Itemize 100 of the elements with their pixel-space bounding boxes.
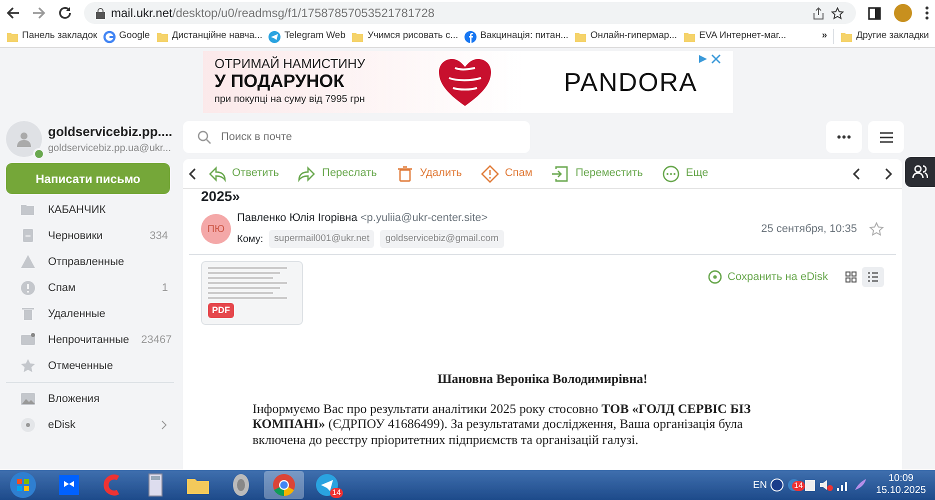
google-icon — [103, 30, 116, 44]
view-mode-button[interactable] — [862, 267, 884, 288]
document-icon — [20, 228, 36, 244]
taskbar-app-button[interactable]: 14 — [307, 471, 347, 499]
ad-info-icon[interactable] — [698, 54, 708, 64]
account-avatar[interactable] — [6, 121, 42, 157]
bookmarks-overflow-button[interactable]: » — [822, 29, 828, 44]
folder-item[interactable]: Спам 1 — [0, 275, 180, 301]
volume-muted-icon[interactable] — [818, 478, 833, 492]
ad-headline: ОТРИМАЙ НАМИСТИНУ — [214, 57, 366, 72]
folder-item[interactable]: Вложения — [0, 386, 180, 412]
folder-label: Черновики — [48, 228, 103, 244]
advertisement-banner[interactable]: ОТРИМАЙ НАМИСТИНУ У ПОДАРУНОК при покупці на суму від 7995 грн PANDORA — [202, 51, 732, 113]
bookmark-link[interactable]: Онлайн-гипермар... — [574, 29, 678, 44]
message-date: 25 сентября, 10:35 — [761, 222, 857, 238]
bookmark-link[interactable]: Дистанційне навча... — [156, 29, 262, 44]
facebook-icon — [464, 30, 478, 44]
menu-icon[interactable] — [925, 6, 929, 20]
system-clock[interactable]: 10:09 15.10.2025 — [870, 472, 932, 498]
triangle-icon — [20, 254, 36, 270]
add-account-icon[interactable] — [33, 148, 45, 160]
chevron-right-icon[interactable] — [161, 420, 168, 430]
folder-item[interactable]: Черновики 334 — [0, 223, 180, 249]
folder-label: Удаленные — [48, 306, 106, 322]
folder-label: Вложения — [48, 392, 100, 407]
folder-icon — [20, 202, 36, 218]
bookmark-link[interactable]: Учимся рисовать с... — [351, 29, 458, 44]
disk-icon — [20, 417, 36, 433]
folder-item[interactable]: Отмеченные — [0, 353, 180, 379]
menu-button[interactable] — [868, 121, 904, 153]
next-icon[interactable] — [884, 168, 892, 180]
account-email: goldservicebiz.pp.ua@ukr... — [48, 142, 172, 156]
more-icon — [837, 135, 851, 139]
star-icon[interactable] — [831, 6, 844, 20]
paper-plane-icon — [268, 30, 282, 44]
sidebar-icon[interactable] — [868, 6, 881, 20]
folder-item[interactable]: Удаленные — [0, 301, 180, 327]
file-type-badge: PDF — [208, 302, 234, 318]
folder-item[interactable]: eDisk — [0, 412, 180, 438]
body-paragraph: Інформуємо Вас про результати аналітики 2025 року стосовно ТОВ «ГОЛД СЕРВІС БІЗ КОМПАНІ» (ЄДРПОУ 41686499). За результатами дослідження, Ваша організація була включена до реєстру пріоритетних підприємств та організацій галузі. — [252, 400, 752, 448]
trash-icon — [20, 306, 36, 322]
ad-headline: У ПОДАРУНОК — [214, 72, 346, 92]
search-icon — [197, 130, 211, 144]
people-icon — [912, 165, 928, 179]
reload-icon[interactable] — [58, 6, 72, 20]
recipients-label: Кому: — [237, 232, 264, 247]
bookmark-link[interactable]: Панель закладок — [6, 29, 98, 44]
close-icon[interactable] — [710, 54, 720, 64]
menu-icon — [880, 132, 892, 142]
folder-item[interactable]: КАБАНЧИК — [0, 197, 180, 223]
back-icon[interactable] — [189, 168, 197, 180]
paper-plane-icon — [313, 471, 341, 499]
folder-count: 1 — [162, 280, 168, 296]
star-icon[interactable] — [869, 222, 884, 237]
bookmark-link[interactable]: Google — [103, 29, 150, 44]
bookmark-link[interactable]: Другие закладки — [833, 29, 929, 44]
attachment-thumbnail[interactable]: PDF — [201, 261, 303, 326]
folder-item[interactable]: Отправленные — [0, 249, 180, 275]
sender-name[interactable]: Павленко Юлія Ігорівна — [237, 210, 358, 227]
search-field[interactable]: Поиск в почте — [183, 121, 530, 153]
notification-badge: 14 — [792, 481, 805, 491]
bookmark-link[interactable]: EVA Интернет-маг... — [683, 29, 786, 44]
notification-badge: 14 — [330, 488, 343, 498]
previous-icon[interactable] — [853, 168, 861, 180]
list-icon — [867, 271, 879, 284]
bookmark-link[interactable]: Вакцинація: питан... — [464, 29, 568, 44]
address-bar[interactable]: mail.ukr.net/desktop/u0/readmsg/f1/17587857053521781728 — [84, 2, 856, 24]
contacts-button[interactable] — [905, 157, 935, 187]
greeting-text: Шановна Вероніка Володимирівна! — [437, 370, 648, 388]
ad-brand-logo: PANDORA — [564, 66, 698, 98]
share-icon[interactable] — [812, 6, 825, 20]
folder-label: eDisk — [48, 418, 76, 433]
subject-fragment: 2025» — [200, 189, 240, 204]
taskbar-app-button[interactable] — [264, 471, 304, 499]
forward-icon[interactable] — [32, 6, 46, 20]
reply-icon — [208, 164, 226, 182]
more-icon — [662, 164, 680, 182]
folder-label: Отправленные — [48, 254, 124, 270]
disk-icon — [708, 270, 722, 284]
more-button[interactable] — [826, 121, 862, 153]
folder-count: 23467 — [141, 332, 172, 348]
language-indicator[interactable]: EN — [753, 478, 767, 492]
folder-label: Спам — [48, 280, 76, 296]
image-icon — [20, 391, 36, 407]
windows-logo-icon — [9, 471, 37, 499]
sender-email: <p.yuliia@ukr-center.site> — [360, 211, 488, 226]
profile-avatar-icon[interactable] — [893, 3, 913, 23]
account-name: goldservicebiz.pp.... — [48, 122, 172, 141]
address-text: mail.ukr.net/desktop/u0/readmsg/f1/17587857053521781728 — [111, 5, 435, 22]
ad-subtext: при покупці на суму від 7995 грн — [214, 92, 366, 107]
signal-icon[interactable] — [836, 479, 850, 491]
back-icon[interactable] — [6, 6, 20, 20]
folder-label: Непрочитанные — [48, 332, 130, 348]
sender-avatar: ПЮ — [201, 214, 231, 244]
folder-item[interactable]: Непрочитанные 23467 — [0, 327, 180, 353]
lock-icon — [96, 8, 105, 18]
folder-label: Отмеченные — [48, 358, 113, 374]
bookmark-link[interactable]: Telegram Web — [268, 29, 346, 44]
move-icon — [551, 164, 570, 182]
warning-icon — [480, 164, 499, 182]
